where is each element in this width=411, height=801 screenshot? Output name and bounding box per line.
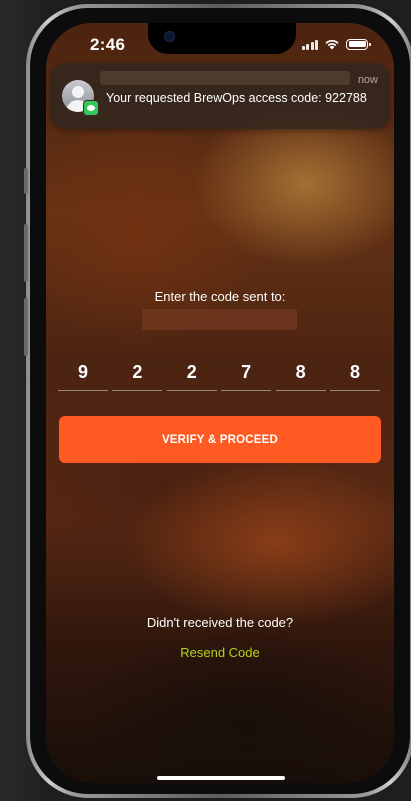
wifi-icon bbox=[325, 39, 339, 50]
phone-number-redacted bbox=[142, 309, 297, 330]
notification-message: Your requested BrewOps access code: 9227… bbox=[106, 91, 367, 105]
otp-digit-2[interactable]: 2 bbox=[112, 355, 163, 391]
signal-icon bbox=[301, 39, 318, 50]
code-sent-prompt: Enter the code sent to: bbox=[154, 289, 286, 304]
home-indicator[interactable] bbox=[157, 776, 285, 780]
verify-proceed-button[interactable]: VERIFY & PROCEED bbox=[59, 416, 381, 463]
resend-code-link[interactable]: Resend Code bbox=[46, 645, 394, 660]
otp-digit-1[interactable]: 9 bbox=[58, 355, 108, 391]
sms-notification[interactable]: now Your requested BrewOps access code: … bbox=[50, 63, 390, 129]
otp-digit-3[interactable]: 2 bbox=[166, 355, 217, 391]
volume-up-button bbox=[24, 224, 28, 282]
status-time: 2:46 bbox=[90, 35, 126, 54]
no-code-text: Didn't received the code? bbox=[146, 615, 294, 630]
status-icons bbox=[301, 37, 371, 51]
mute-switch bbox=[24, 168, 28, 194]
notification-sender-redacted bbox=[100, 71, 350, 85]
otp-digit-6[interactable]: 8 bbox=[330, 355, 380, 391]
front-camera-icon bbox=[164, 31, 175, 42]
notification-time: now bbox=[357, 74, 378, 86]
otp-digit-4[interactable]: 7 bbox=[221, 355, 272, 391]
volume-down-button bbox=[24, 298, 28, 356]
notch bbox=[148, 23, 296, 54]
messages-icon bbox=[83, 100, 99, 116]
otp-digit-5[interactable]: 8 bbox=[275, 355, 326, 391]
battery-icon bbox=[346, 38, 371, 50]
phone-screen: 2:46 now Your requested BrewOps access c… bbox=[46, 23, 394, 783]
